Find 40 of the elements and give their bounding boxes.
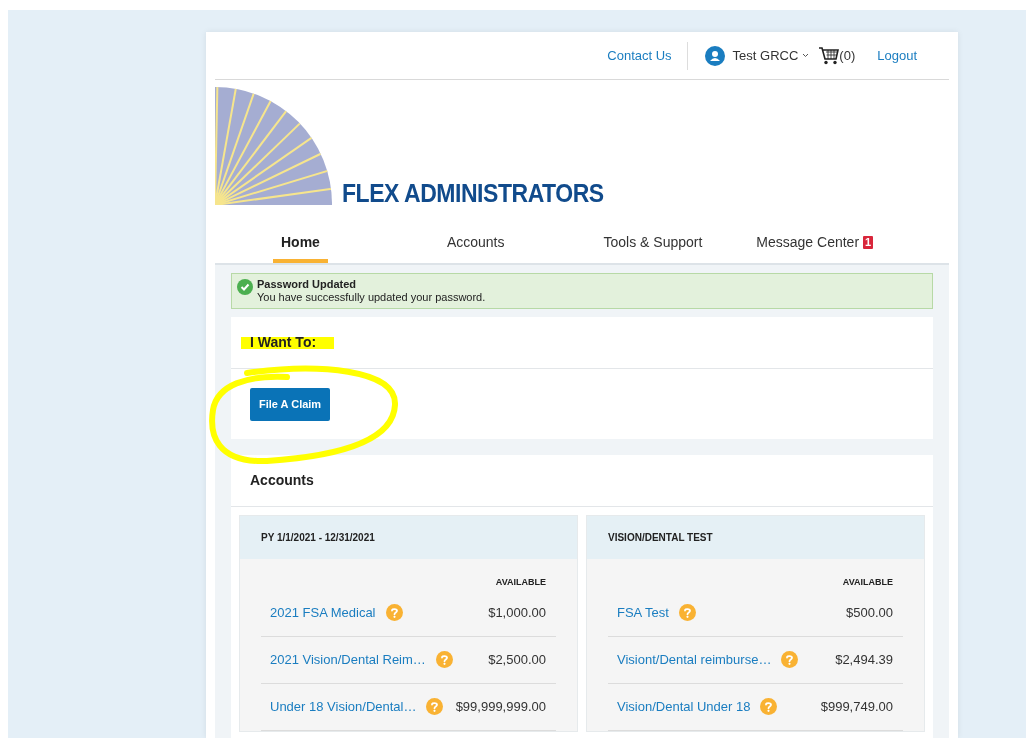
available-amount: $99,999,999.00 (455, 697, 546, 716)
column-header: AVAILABLE (842, 576, 893, 589)
logo-text: FLEX ADMINISTRATORS (342, 181, 604, 206)
available-amount: $2,494.39 (835, 650, 893, 669)
help-icon[interactable] (760, 698, 778, 715)
caret-icon (802, 53, 810, 58)
available-amount: $1,000.00 (488, 603, 546, 622)
section-title: Accounts (250, 471, 314, 490)
check-icon (237, 279, 253, 295)
plan-year-title: PY 1/1/2021 - 12/31/2021 (261, 531, 375, 545)
plan-year-title: VISION/DENTAL TEST (608, 531, 713, 545)
account-link[interactable]: 2021 FSA Medical (270, 602, 376, 623)
available-amount: $999,749.00 (820, 697, 893, 716)
file-claim-button[interactable]: File A Claim (250, 387, 331, 421)
account-link[interactable]: FSA Test (617, 602, 669, 623)
help-icon[interactable] (435, 651, 453, 668)
account-link[interactable]: Under 18 Vision/Dental… (270, 696, 417, 717)
alert-title: Password Updated (257, 278, 358, 291)
user-menu[interactable]: Test GRCC (732, 45, 810, 66)
cart-icon[interactable] (819, 46, 840, 65)
account-link[interactable]: Vision/Dental Under 18 (617, 696, 751, 717)
nav-tab[interactable]: Tools & Support (599, 225, 707, 263)
help-icon[interactable] (385, 604, 403, 621)
help-icon[interactable] (426, 698, 444, 715)
account-link[interactable]: Visiont/Dental reimburse… (617, 649, 772, 670)
help-icon[interactable] (678, 604, 696, 621)
available-amount: $500.00 (846, 603, 893, 622)
available-amount: $2,500.00 (488, 650, 546, 669)
cart-count: (0) (839, 46, 856, 65)
account-link[interactable]: 2021 Vision/Dental Reim… (270, 649, 426, 670)
help-icon[interactable] (781, 651, 799, 668)
unread-badge: 1 (863, 235, 874, 249)
logo-fan-icon (215, 87, 332, 205)
column-header: AVAILABLE (495, 576, 546, 589)
logout-link[interactable]: Logout (877, 45, 917, 66)
alert-message: You have successfully updated your password. (257, 291, 486, 304)
nav-tab[interactable]: Message Center 1 (752, 225, 878, 263)
user-avatar-icon (704, 45, 725, 66)
nav-tab[interactable]: Accounts (442, 225, 509, 263)
contact-link[interactable]: Contact Us (607, 41, 688, 70)
